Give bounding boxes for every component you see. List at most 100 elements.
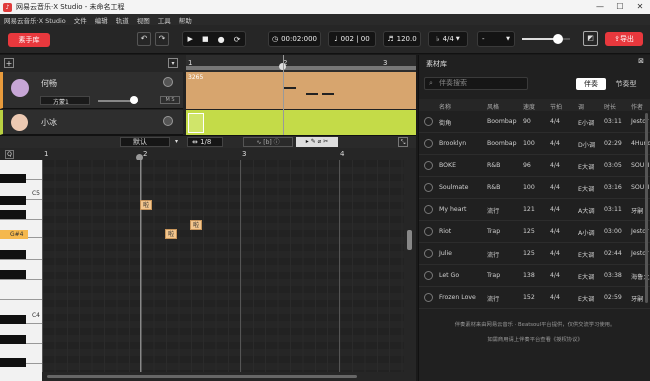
play-icon[interactable]: [424, 161, 433, 170]
piano-black-key[interactable]: [0, 174, 26, 183]
menu-file[interactable]: 文件: [74, 15, 87, 25]
col-name[interactable]: 名称: [439, 102, 451, 111]
track-lane-2[interactable]: [186, 110, 416, 135]
list-item[interactable]: Brooklyn Boombap 100 4/4 D小调 02:29 4Hund: [419, 133, 650, 155]
export-button[interactable]: ⇪导出: [605, 32, 643, 46]
track-name[interactable]: 何畅: [41, 78, 57, 89]
scroll-thumb[interactable]: [407, 230, 412, 250]
track-lane-1[interactable]: 3265: [186, 72, 416, 109]
play-icon[interactable]: ▶: [188, 35, 193, 43]
key-select[interactable]: - ▼: [477, 31, 515, 47]
maximize-button[interactable]: ☐: [610, 0, 630, 14]
bar-beat-display[interactable]: ♩ 002 | 00: [328, 31, 376, 47]
tab-rhythm[interactable]: 节奏型: [608, 78, 644, 90]
menu-app[interactable]: 网易云音乐·X Studio: [4, 15, 66, 25]
pan-knob[interactable]: [163, 116, 173, 126]
loop-region[interactable]: [186, 66, 416, 70]
menu-tools[interactable]: 工具: [158, 15, 171, 25]
collapse-icon[interactable]: ⤡: [398, 137, 408, 147]
item-name: BOKE: [439, 162, 456, 169]
menu-track[interactable]: 轨道: [116, 15, 129, 25]
list-item[interactable]: 街角 Boombap 90 4/4 E小调 03:11 Jestor: [419, 111, 650, 133]
instrument-select[interactable]: 方蒙1: [40, 96, 90, 106]
curve-tools-icon[interactable]: ∿ [b] ⓘ: [243, 137, 293, 147]
vertical-scrollbar[interactable]: [404, 160, 416, 381]
lib-button[interactable]: 素手库: [8, 33, 50, 47]
edit-tools-icon[interactable]: ▸ ✎ ⌀ ✂: [296, 137, 338, 147]
tab-accompaniment[interactable]: 伴奏: [576, 78, 606, 90]
volume-thumb[interactable]: [553, 34, 563, 44]
list-item[interactable]: Let Go Trap 138 4/4 E大调 03:38 海鲁之: [419, 265, 650, 287]
stop-icon[interactable]: ■: [202, 35, 209, 43]
menu-help[interactable]: 帮助: [179, 15, 192, 25]
redo-icon[interactable]: ↷: [155, 32, 169, 46]
preset-select[interactable]: 默认: [120, 137, 170, 147]
col-beat[interactable]: 节拍: [550, 102, 562, 111]
track-header-1[interactable]: 何畅 方蒙1 M S: [0, 72, 183, 109]
piano-black-key[interactable]: [0, 358, 26, 367]
piano-key[interactable]: [0, 280, 42, 300]
play-icon[interactable]: [424, 117, 433, 126]
track-menu-icon[interactable]: ▾: [168, 58, 178, 68]
list-item[interactable]: Julie 流行 125 4/4 E大调 02:44 Jestor: [419, 243, 650, 265]
piano-keyboard[interactable]: C5 C4 G#4: [0, 160, 42, 381]
list-item[interactable]: My heart 流行 121 4/4 A大调 03:11 牙嗣: [419, 199, 650, 221]
note-block[interactable]: 啦: [140, 200, 152, 210]
track-volume-thumb[interactable]: [130, 96, 138, 104]
play-icon[interactable]: [424, 271, 433, 280]
piano-black-key[interactable]: [0, 250, 26, 259]
piano-black-key[interactable]: [0, 315, 26, 324]
highlighted-key[interactable]: G#4: [0, 230, 28, 239]
col-key[interactable]: 调: [578, 102, 584, 111]
scroll-thumb[interactable]: [47, 375, 357, 378]
editor-ruler[interactable]: Q 1 2 3 4: [0, 148, 416, 161]
search-input[interactable]: ⌕ 伴奏搜索: [424, 77, 528, 90]
note-block[interactable]: 啦: [165, 229, 177, 239]
minimize-button[interactable]: —: [590, 0, 610, 14]
close-button[interactable]: ✕: [630, 0, 650, 14]
note-grid[interactable]: 啦 啦 啦: [42, 160, 404, 372]
panel-close-icon[interactable]: ⊠: [638, 57, 644, 65]
play-icon[interactable]: [424, 139, 433, 148]
col-duration[interactable]: 时长: [604, 102, 616, 111]
quantize-select[interactable]: ⇹ 1/8: [187, 137, 223, 147]
play-icon[interactable]: [424, 183, 433, 192]
pan-knob[interactable]: [163, 77, 173, 87]
selected-region[interactable]: [188, 113, 204, 133]
zoom-icon[interactable]: Q: [5, 150, 14, 159]
play-icon[interactable]: [424, 293, 433, 302]
list-item[interactable]: Soulmate R&B 100 4/4 E大调 03:16 SOULI: [419, 177, 650, 199]
list-item[interactable]: Frozen Love 流行 152 4/4 E大调 02:59 牙嗣: [419, 287, 650, 309]
piano-black-key[interactable]: [0, 270, 26, 279]
col-tempo[interactable]: 速度: [523, 102, 535, 111]
note-block[interactable]: 啦: [190, 220, 202, 230]
item-name: Riot: [439, 228, 452, 235]
piano-black-key[interactable]: [0, 210, 26, 219]
track-header-2[interactable]: 小冰: [0, 110, 183, 135]
record-icon[interactable]: ●: [218, 35, 225, 44]
menu-edit[interactable]: 编辑: [95, 15, 108, 25]
horizontal-scrollbar[interactable]: [42, 372, 404, 381]
undo-icon[interactable]: ↶: [137, 32, 151, 46]
play-icon[interactable]: [424, 227, 433, 236]
panel-toggle-icon[interactable]: ◩: [583, 31, 598, 46]
time-display[interactable]: ◷ 00:02:000: [268, 31, 321, 47]
volume-slider[interactable]: [522, 34, 570, 44]
piano-black-key[interactable]: [0, 335, 26, 344]
list-item[interactable]: BOKE R&B 96 4/4 E大调 03:05 SOULI: [419, 155, 650, 177]
piano-black-key[interactable]: [0, 196, 26, 205]
timesig-select[interactable]: ♭ 4/4 ▼: [428, 31, 468, 47]
col-style[interactable]: 风格: [487, 102, 499, 111]
loop-icon[interactable]: ⟳: [234, 35, 241, 44]
tempo-display[interactable]: ♬ 120.0: [383, 31, 421, 47]
timeline-ruler[interactable]: 1 2 3: [186, 55, 416, 72]
play-icon[interactable]: [424, 249, 433, 258]
track-name[interactable]: 小冰: [41, 117, 57, 128]
menu-view[interactable]: 视图: [137, 15, 150, 25]
play-icon[interactable]: [424, 205, 433, 214]
col-author[interactable]: 作者: [631, 102, 643, 111]
list-item[interactable]: Riot Trap 125 4/4 A小调 03:00 Jestor: [419, 221, 650, 243]
mute-solo-icon[interactable]: M S: [160, 96, 180, 104]
library-scrollbar[interactable]: [645, 113, 648, 303]
add-track-icon[interactable]: +: [4, 58, 14, 68]
